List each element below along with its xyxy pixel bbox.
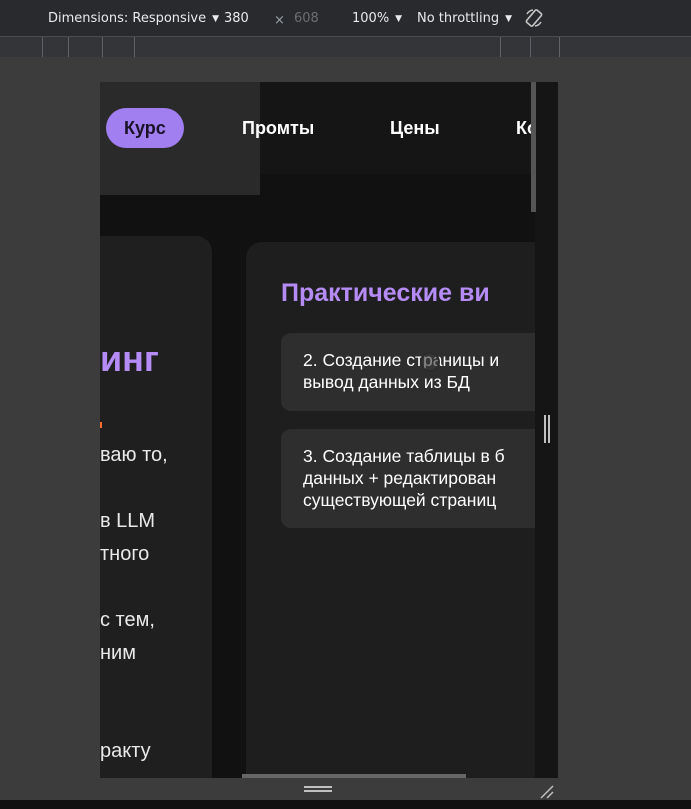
- bottom-resize-handle[interactable]: [304, 786, 332, 792]
- media-query-ruler: [0, 37, 691, 57]
- nav-item-course[interactable]: Курс: [106, 108, 184, 148]
- corner-resize-icon[interactable]: [538, 783, 554, 799]
- dropdown-arrow-icon: ▼: [505, 14, 512, 24]
- bottom-strip: [0, 800, 691, 809]
- dropdown-arrow-icon: ▼: [395, 14, 403, 24]
- accent-mark: [100, 422, 102, 428]
- video-item-line: вывод данных из БД: [303, 372, 470, 392]
- course-text-line: тного: [100, 543, 150, 565]
- height-input[interactable]: 608: [294, 11, 319, 26]
- width-input[interactable]: 380: [224, 11, 249, 26]
- nav-item-prices[interactable]: Цены: [390, 108, 440, 148]
- video-item[interactable]: 2. Создание страницы и вывод данных из Б…: [281, 333, 558, 411]
- zoom-dropdown[interactable]: 100% ▼: [352, 11, 402, 26]
- zoom-label: 100%: [352, 11, 390, 26]
- horizontal-scrollbar-thumb[interactable]: [242, 774, 466, 778]
- course-info-card: [100, 236, 212, 778]
- nav-item-prompts[interactable]: Промты: [242, 108, 314, 148]
- video-item[interactable]: 3. Создание таблицы в б данных + редакти…: [281, 429, 558, 528]
- dimension-separator: ×: [274, 13, 285, 28]
- video-item-line: данных + редактирован: [303, 468, 497, 488]
- video-item-line: существующей страниц: [303, 490, 497, 510]
- rotate-icon[interactable]: [524, 8, 544, 28]
- course-text-line: с тем,: [100, 609, 155, 631]
- video-item-line: 3. Создание таблицы в б: [303, 446, 505, 466]
- course-text-line: ваю то,: [100, 444, 168, 466]
- practical-videos-title: Практические ви: [281, 279, 490, 307]
- dimensions-label: Dimensions: Responsive: [48, 11, 207, 26]
- right-resize-handle[interactable]: [544, 415, 550, 443]
- dropdown-arrow-icon: ▼: [212, 14, 220, 24]
- device-toolbar: Dimensions: Responsive ▼ 380 × 608 100% ▼ …: [0, 0, 691, 37]
- course-text-line: в LLM: [100, 510, 156, 532]
- throttling-label: No throttling: [417, 11, 500, 26]
- vertical-scrollbar-thumb[interactable]: [531, 82, 536, 212]
- course-heading: инг: [100, 338, 159, 379]
- dimensions-dropdown[interactable]: Dimensions: Responsive ▼: [48, 11, 219, 26]
- cursor-indicator: [420, 352, 440, 372]
- throttling-dropdown[interactable]: No throttling ▼: [417, 11, 512, 26]
- course-text-line: ним: [100, 642, 136, 664]
- device-viewport: Курс Промты Цены Ко инг ваю то, в LLM тн…: [100, 82, 558, 778]
- course-text-line: ракту: [100, 740, 151, 762]
